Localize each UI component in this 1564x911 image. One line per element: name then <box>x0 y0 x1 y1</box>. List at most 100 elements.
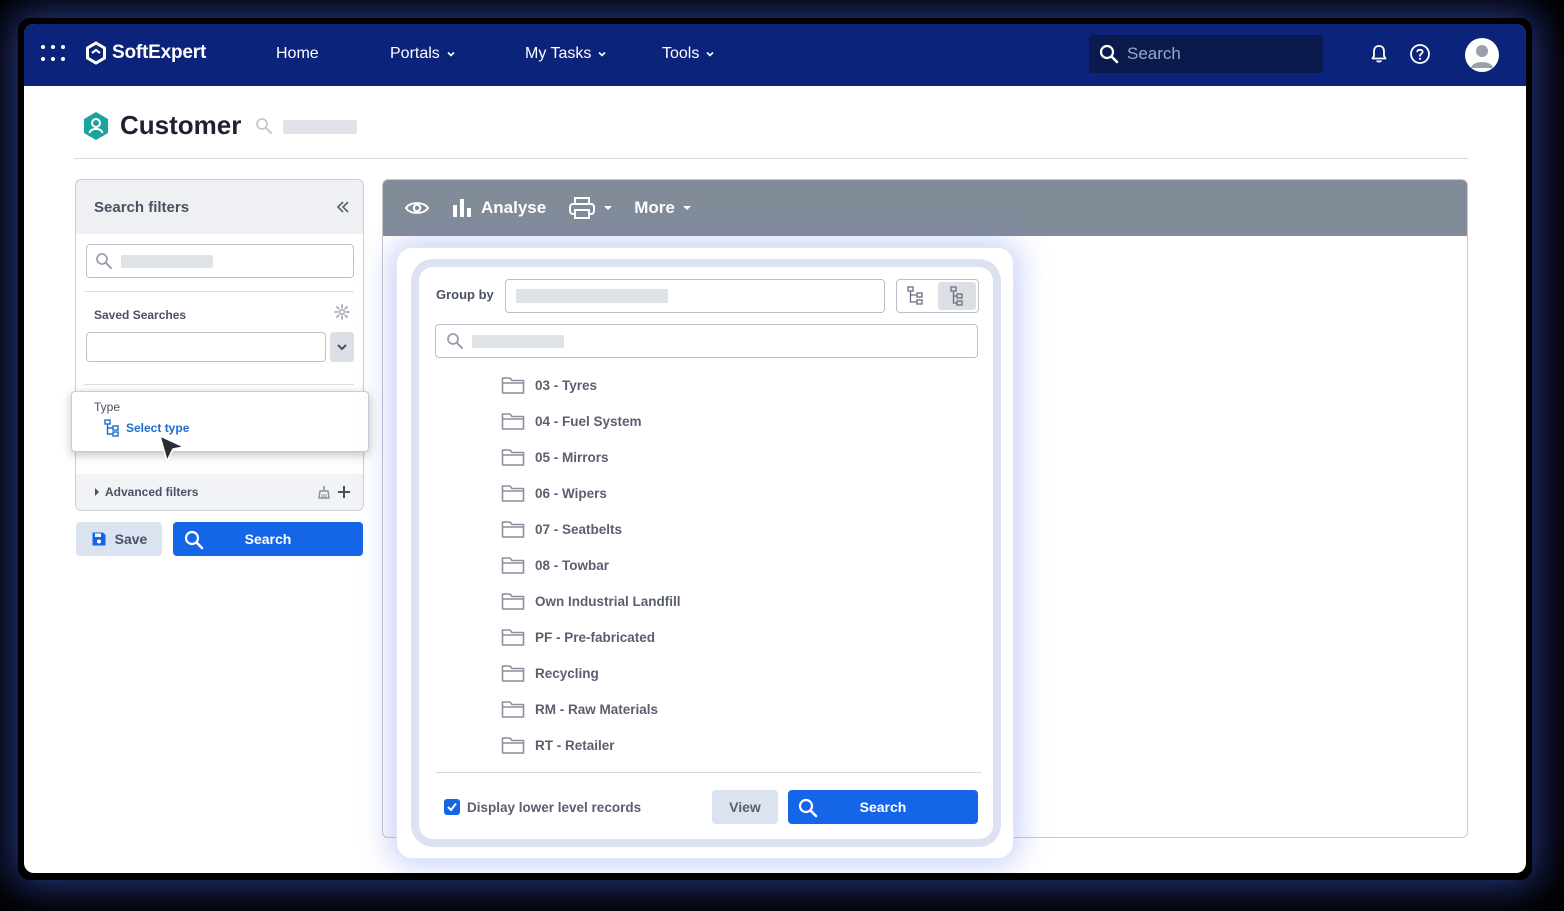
top-navbar: SoftExpert Home Portals My Tasks Tools <box>24 24 1526 86</box>
tree-item-label: 05 - Mirrors <box>535 449 609 465</box>
tree-view-expanded-button[interactable] <box>897 280 936 312</box>
search-label: Search <box>244 531 292 547</box>
group-search-input[interactable] <box>435 324 978 358</box>
display-lower-level-checkbox[interactable]: Display lower level records <box>444 799 641 815</box>
group-by-select[interactable] <box>505 279 885 313</box>
saved-searches-select[interactable] <box>86 332 326 362</box>
folder-icon <box>501 449 525 466</box>
search-filters-panel: Search filters Saved Searches Advanced f… <box>75 179 364 511</box>
list-tree-icon <box>950 286 963 306</box>
caret-down-icon <box>604 206 613 210</box>
folder-icon <box>501 377 525 394</box>
print-button[interactable] <box>568 196 613 220</box>
nav-tools-label: Tools <box>662 45 700 62</box>
save-icon <box>92 532 106 546</box>
search-button[interactable]: Search <box>173 522 363 556</box>
nav-portals[interactable]: Portals <box>390 45 456 63</box>
tree-view-toggle <box>896 279 979 313</box>
softexpert-logo-icon <box>86 41 106 65</box>
caret-right-icon <box>95 488 99 496</box>
group-by-placeholder <box>516 289 668 303</box>
view-button[interactable]: View <box>712 790 778 824</box>
save-button[interactable]: Save <box>76 522 162 556</box>
gear-icon[interactable] <box>334 304 350 320</box>
checkbox-checked[interactable] <box>444 799 460 815</box>
tree-item-label: RM - Raw Materials <box>535 701 659 717</box>
bar-chart-icon <box>453 199 471 217</box>
folder-icon <box>501 629 525 646</box>
page-header: Customer <box>82 110 358 141</box>
filter-search-input[interactable] <box>86 244 354 278</box>
filter-divider <box>84 291 354 292</box>
more-button[interactable]: More <box>634 198 691 218</box>
folder-icon <box>501 701 525 718</box>
tree-item[interactable]: 06 - Wipers <box>501 475 971 511</box>
tree-item[interactable]: Recycling <box>501 655 971 691</box>
app-window: SoftExpert Home Portals My Tasks Tools S… <box>24 24 1526 873</box>
view-toggle-button[interactable] <box>405 200 429 216</box>
search-icon <box>1099 44 1119 64</box>
advanced-filters-toggle[interactable]: Advanced filters <box>94 485 198 499</box>
more-label: More <box>634 198 675 217</box>
caret-down-icon <box>682 206 691 210</box>
brand-logo[interactable]: SoftExpert <box>84 41 206 65</box>
type-filter-card: Type Select type <box>71 391 369 452</box>
broom-icon[interactable] <box>317 485 331 499</box>
customer-icon <box>84 111 108 140</box>
folder-icon <box>501 485 525 502</box>
save-label: Save <box>114 531 148 547</box>
tree-item-label: PF - Pre-fabricated <box>535 629 656 645</box>
collapse-icon[interactable] <box>335 199 351 215</box>
mouse-cursor-icon <box>159 435 185 462</box>
tree-item[interactable]: RM - Raw Materials <box>501 691 971 727</box>
user-avatar[interactable] <box>1465 38 1499 72</box>
results-toolbar: Analyse More <box>383 180 1467 236</box>
global-search[interactable] <box>1089 35 1323 73</box>
tree-item[interactable]: PF - Pre-fabricated <box>501 619 971 655</box>
tree-item[interactable]: 08 - Towbar <box>501 547 971 583</box>
select-type-label: Select type <box>126 421 190 435</box>
tree-item-label: 06 - Wipers <box>535 485 607 501</box>
tree-item[interactable]: 03 - Tyres <box>501 367 971 403</box>
nav-portals-label: Portals <box>390 45 440 62</box>
tree-item[interactable]: 05 - Mirrors <box>501 439 971 475</box>
nav-tools[interactable]: Tools <box>662 45 715 63</box>
global-search-input[interactable] <box>1127 44 1307 64</box>
tree-view-flat-button[interactable] <box>937 282 976 310</box>
view-label: View <box>729 799 761 815</box>
group-tree-list: 03 - Tyres 04 - Fuel System 05 - Mirrors… <box>501 367 971 763</box>
check-icon <box>447 802 457 812</box>
tree-item-label: Recycling <box>535 665 599 681</box>
search-icon[interactable] <box>255 117 273 135</box>
popup-divider <box>436 772 982 773</box>
nav-home[interactable]: Home <box>276 45 319 63</box>
tree-item[interactable]: RT - Retailer <box>501 727 971 763</box>
chevron-down-icon <box>447 51 455 57</box>
advanced-filters-row[interactable]: Advanced filters <box>76 474 363 510</box>
popup-search-button[interactable]: Search <box>788 790 978 824</box>
saved-searches-dropdown-button[interactable] <box>330 332 354 362</box>
group-search-placeholder <box>472 334 564 348</box>
group-by-label: Group by <box>436 287 494 302</box>
popup-search-label: Search <box>859 799 907 815</box>
search-icon <box>798 798 818 818</box>
tree-item[interactable]: Own Industrial Landfill <box>501 583 971 619</box>
tree-item-label: RT - Retailer <box>535 737 615 753</box>
folder-icon <box>501 413 525 430</box>
help-icon[interactable] <box>1408 42 1432 66</box>
tree-icon <box>907 286 923 305</box>
display-lower-level-label: Display lower level records <box>467 799 642 815</box>
tree-item[interactable]: 07 - Seatbelts <box>501 511 971 547</box>
printer-icon <box>569 197 596 219</box>
advanced-filters-label: Advanced filters <box>105 485 199 499</box>
analyse-button[interactable]: Analyse <box>451 197 546 219</box>
saved-searches-label: Saved Searches <box>94 308 187 322</box>
tree-item-label: 08 - Towbar <box>535 557 610 573</box>
nav-my-tasks[interactable]: My Tasks <box>525 45 607 63</box>
bell-icon[interactable] <box>1368 43 1390 65</box>
tree-item[interactable]: 04 - Fuel System <box>501 403 971 439</box>
plus-icon[interactable] <box>337 485 351 499</box>
apps-grid-icon[interactable] <box>41 45 67 65</box>
tree-item-label: 03 - Tyres <box>535 377 598 393</box>
title-search-placeholder[interactable] <box>283 120 358 134</box>
